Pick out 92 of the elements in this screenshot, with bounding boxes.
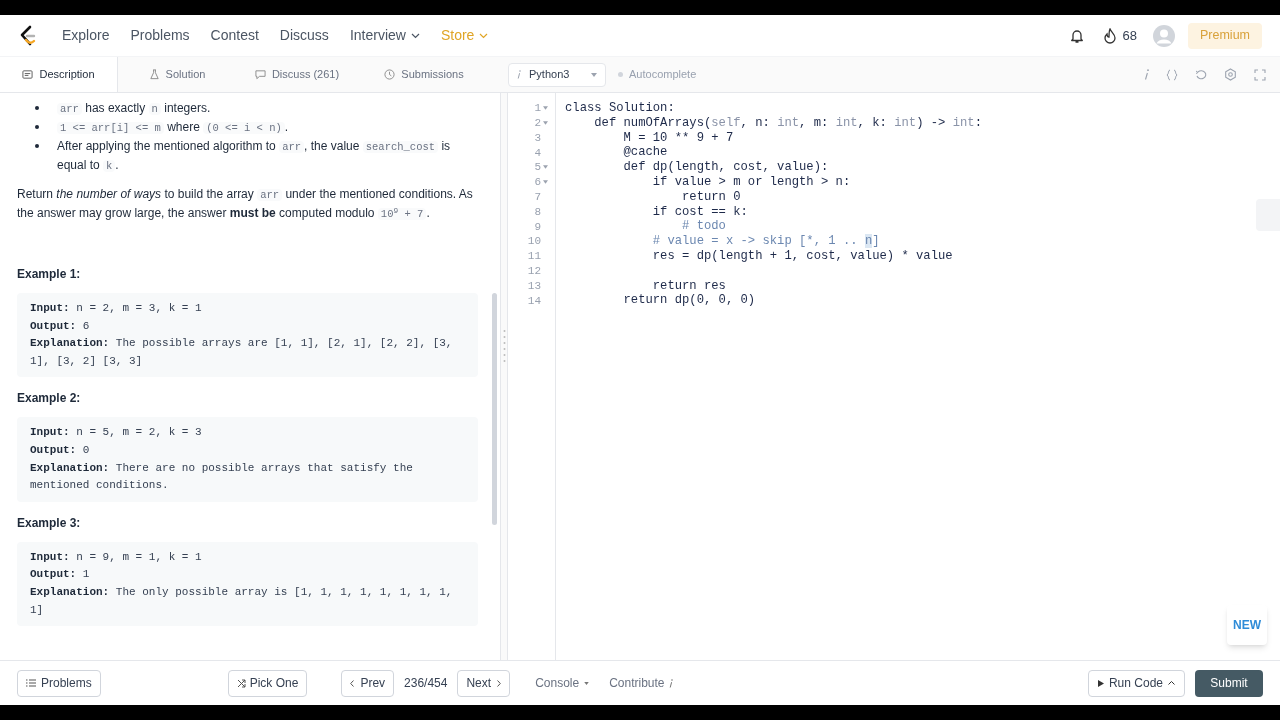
- code-line: if value > m or length > n:: [651, 175, 852, 190]
- info-icon[interactable]: [1144, 69, 1149, 80]
- line-number: 13: [527, 278, 541, 294]
- tab[interactable]: Solution: [118, 57, 236, 92]
- flask-icon: [148, 69, 160, 80]
- play-icon: [1097, 679, 1104, 687]
- constraint-text: 1 <= arr[i] <= m where (0 <= i < n) .: [57, 118, 289, 137]
- tab[interactable]: Discuss (261): [236, 57, 358, 92]
- nav-link[interactable]: Discuss: [279, 25, 329, 46]
- line-number: 14: [527, 293, 541, 309]
- code-line: return res: [651, 278, 727, 294]
- example-line: Output: 1: [30, 567, 91, 583]
- comment-icon: [254, 69, 266, 80]
- code-line: # todo: [681, 219, 727, 235]
- example-heading: Example 1:: [17, 266, 82, 283]
- next-button[interactable]: Next: [457, 669, 511, 697]
- logo-icon[interactable]: [18, 24, 38, 47]
- line-number: 7: [534, 189, 541, 205]
- shuffle-icon: [236, 678, 246, 688]
- example-heading: Example 2:: [17, 390, 82, 408]
- constraint-text: arr has exactly n integers.: [57, 99, 211, 118]
- code-line: M = 10 ** 9 + 7: [622, 130, 735, 146]
- chevron-left-icon: [350, 679, 355, 687]
- document-icon: [22, 69, 34, 80]
- caret-icon: [584, 681, 590, 685]
- example-line: Output: 0: [30, 442, 91, 458]
- code-line: return dp(0, 0, 0): [622, 293, 757, 309]
- code-line: @cache: [622, 145, 669, 161]
- line-number: 3: [534, 130, 541, 146]
- nav-link[interactable]: Problems: [130, 25, 190, 46]
- line-number: 12: [527, 263, 541, 279]
- reset-icon[interactable]: [1195, 68, 1207, 81]
- pick-one-button[interactable]: Pick One: [227, 669, 308, 697]
- line-number: 1: [534, 101, 541, 117]
- line-number: 5: [534, 160, 541, 176]
- clock-icon: [384, 69, 396, 80]
- settings-icon[interactable]: [1224, 68, 1237, 81]
- line-number: 10: [527, 234, 541, 250]
- caret-icon: [591, 72, 597, 77]
- caret-icon: [1168, 681, 1175, 685]
- chevron-right-icon: [497, 679, 502, 687]
- code-braces-icon[interactable]: [1166, 68, 1178, 81]
- example-line: Explanation: There are no possible arrays that satisfy the mentioned conditions.: [30, 460, 414, 494]
- line-number: 9: [534, 219, 541, 235]
- run-code-button[interactable]: Run Code: [1087, 669, 1185, 697]
- problems-button[interactable]: Problems: [17, 669, 101, 697]
- fullscreen-icon[interactable]: [1254, 68, 1266, 81]
- line-number: 2: [534, 115, 541, 131]
- prev-button[interactable]: Prev: [341, 669, 395, 697]
- drag-handle-icon[interactable]: [502, 328, 506, 365]
- example-line: Input: n = 9, m = 1, k = 1: [30, 549, 203, 565]
- info-icon: [517, 70, 521, 79]
- tab[interactable]: Description: [0, 57, 118, 92]
- code-line: if cost == k:: [651, 204, 749, 220]
- contribute-button[interactable]: Contribute: [609, 674, 673, 692]
- submit-button[interactable]: Submit: [1195, 669, 1263, 697]
- bullet-icon: [35, 125, 39, 129]
- streak-count: 68: [1122, 26, 1137, 45]
- example-line: Input: n = 2, m = 3, k = 1: [30, 301, 203, 316]
- constraint-text: After applying the mentioned algorithm to arr , the value search_cost is equal to k .: [57, 138, 452, 174]
- example-line: Explanation: The possible arrays are [1, 1], [2, 1], [2, 2], [3, 1], [3, 2] [3, 3]: [30, 336, 454, 369]
- notification-bell-icon[interactable]: [1068, 27, 1085, 44]
- line-number: 6: [534, 175, 541, 191]
- code-line: res = dp(length + 1, cost, value) * value: [651, 248, 954, 264]
- avatar-icon[interactable]: [1153, 24, 1175, 47]
- line-number: 8: [534, 204, 541, 220]
- flame-icon: [1102, 27, 1117, 44]
- example-heading: Example 3:: [17, 514, 82, 532]
- code-line: def dp(length, cost, value):: [622, 160, 830, 175]
- code-line: return 0: [681, 189, 742, 205]
- nav-link[interactable]: Interview: [349, 25, 420, 46]
- code-line: # value = x -> skip [*, 1 .. n]: [651, 234, 881, 249]
- description-paragraph: Return the number of ways to build the array arr under the mentioned conditions. As the answer may grow large, the answer must be computed modulo 10$^{9}$ + 7 .: [17, 186, 474, 222]
- language-select[interactable]: Python3: [508, 62, 606, 87]
- bullet-icon: [35, 106, 39, 110]
- info-icon: [668, 678, 673, 688]
- scrollbar[interactable]: [492, 293, 497, 525]
- new-feature-button[interactable]: NEW: [1227, 605, 1267, 645]
- code-line: class Solution:: [565, 101, 676, 116]
- example-line: Input: n = 5, m = 2, k = 3: [30, 425, 203, 441]
- bullet-icon: [35, 144, 39, 148]
- nav-link[interactable]: Contest: [210, 25, 259, 46]
- tab[interactable]: Submissions: [358, 57, 490, 92]
- line-number: 4: [534, 145, 541, 161]
- nav-link[interactable]: Explore: [62, 25, 110, 46]
- code-line: def numOfArrays(self, n: int, m: int, k: int) -> int:: [593, 115, 983, 131]
- line-number: 11: [527, 249, 541, 265]
- example-line: Output: 6: [30, 318, 91, 334]
- problem-counter: 236/454: [404, 675, 448, 692]
- console-button[interactable]: Console: [535, 674, 590, 692]
- example-line: Explanation: The only possible array is [1, 1, 1, 1, 1, 1, 1, 1, 1]: [30, 584, 454, 618]
- list-icon: [26, 679, 36, 687]
